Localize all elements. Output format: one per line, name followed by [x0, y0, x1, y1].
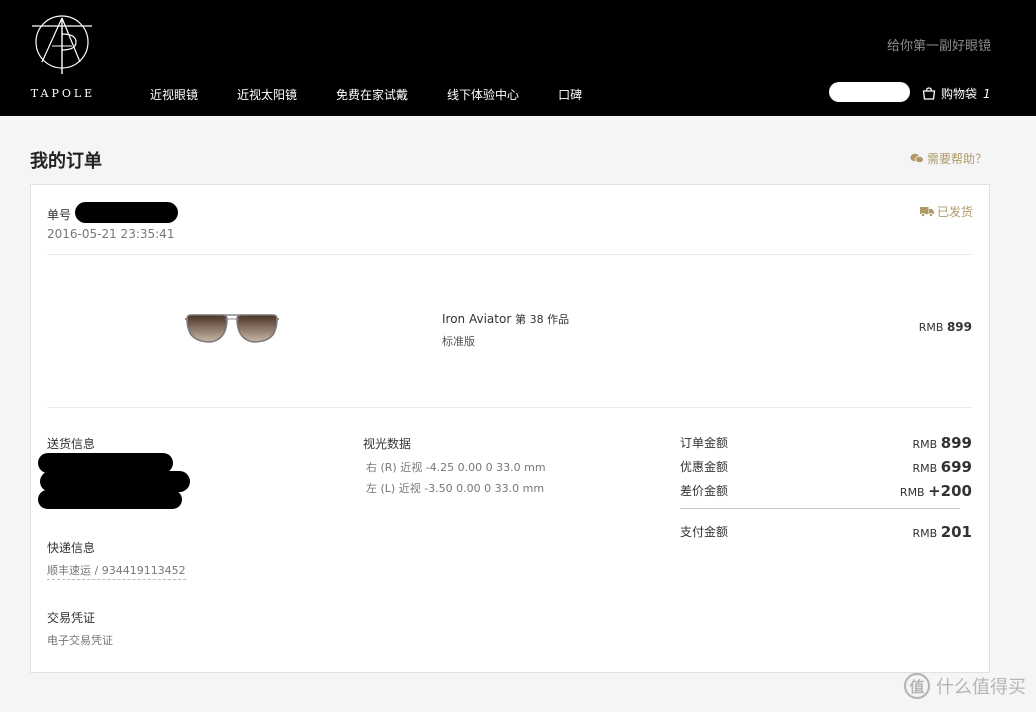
discount-value: 699 — [940, 458, 972, 476]
nav-item-reviews[interactable]: 口碑 — [558, 86, 582, 103]
watermark-text: 什么值得买 — [936, 677, 1026, 698]
delivery-info-label: 送货信息 — [47, 437, 96, 451]
user-account-redacted[interactable] — [829, 82, 910, 102]
divider — [47, 254, 973, 255]
order-card: 单号 2016-05-21 23:35:41 已发货 Iron Aviator … — [30, 184, 990, 673]
order-number-redacted — [75, 202, 178, 223]
currency: RMB — [899, 486, 925, 499]
prescription-left-eye: 左 (L) 近视 -3.50 0.00 0 33.0 mm — [366, 482, 545, 495]
product-name: Iron Aviator — [442, 312, 512, 326]
nav-item-myopia-glasses[interactable]: 近视眼镜 — [150, 86, 198, 103]
cart-count: 1 — [983, 86, 991, 101]
cart-label: 购物袋 — [941, 87, 978, 101]
help-link[interactable]: 需要帮助？ — [910, 150, 987, 167]
order-amount: RMB 899 — [913, 434, 973, 452]
express-info-label: 快递信息 — [47, 541, 96, 555]
price-difference-value: +200 — [928, 482, 972, 500]
slogan: 给你第一副好眼镜 — [886, 39, 991, 54]
product-price-value: 899 — [946, 320, 972, 334]
prescription-label: 视光数据 — [363, 437, 412, 451]
watermark-logo-icon: 值 — [903, 672, 931, 700]
paid-amount: RMB 201 — [913, 523, 973, 541]
paid-amount-label: 支付金额 — [680, 525, 729, 539]
address-redacted-line-2 — [40, 471, 190, 492]
paid-value: 201 — [940, 523, 972, 541]
shopping-bag-icon — [922, 87, 936, 100]
main-nav: 近视眼镜 近视太阳镜 免费在家试戴 线下体验中心 口碑 — [150, 86, 621, 103]
order-amount-label: 订单金额 — [680, 436, 729, 450]
brand-name: TAPOLE — [30, 87, 96, 100]
currency: RMB — [912, 438, 938, 451]
order-amount-value: 899 — [940, 434, 972, 452]
nav-item-myopia-sunglasses[interactable]: 近视太阳镜 — [237, 86, 297, 103]
shipping-status-label: 已发货 — [936, 205, 973, 219]
svg-text:值: 值 — [909, 678, 924, 696]
cart-button[interactable]: 购物袋 1 — [922, 85, 991, 102]
discount-amount: RMB 699 — [913, 458, 973, 476]
page-title: 我的订单 — [30, 151, 102, 172]
product-price-currency: RMB — [918, 321, 944, 334]
order-number-label: 单号 — [47, 208, 72, 222]
product-series: 第 38 作品 — [515, 313, 570, 326]
divider — [47, 407, 973, 408]
receipt-label: 交易凭证 — [47, 611, 96, 625]
tracking-number-link[interactable]: 顺丰速运 / 934419113452 — [47, 562, 186, 580]
product-variant: 标准版 — [442, 335, 475, 348]
truck-icon — [919, 207, 934, 217]
site-watermark: 值 什么值得买 — [902, 672, 1026, 700]
currency: RMB — [912, 527, 938, 540]
shipping-status: 已发货 — [919, 203, 973, 220]
product-name-line[interactable]: Iron Aviator 第 38 作品 — [442, 311, 569, 327]
address-redacted-line-1 — [38, 453, 173, 473]
currency: RMB — [912, 462, 938, 475]
product-image[interactable] — [185, 309, 279, 345]
discount-label: 优惠金额 — [680, 460, 729, 474]
prescription-right-eye: 右 (R) 近视 -4.25 0.00 0 33.0 mm — [366, 461, 546, 474]
price-difference-label: 差价金额 — [680, 484, 729, 498]
site-header: TAPOLE 给你第一副好眼镜 近视眼镜 近视太阳镜 免费在家试戴 线下体验中心… — [0, 0, 1036, 116]
nav-item-home-try-on[interactable]: 免费在家试戴 — [336, 86, 408, 103]
order-datetime: 2016-05-21 23:35:41 — [47, 227, 175, 241]
price-difference-amount: RMB +200 — [900, 482, 972, 500]
nav-item-offline-store[interactable]: 线下体验中心 — [447, 86, 519, 103]
product-price: RMB 899 — [919, 320, 972, 334]
summary-divider — [680, 508, 960, 509]
address-redacted-line-3 — [38, 490, 182, 509]
chat-icon — [910, 153, 924, 164]
receipt-value[interactable]: 电子交易凭证 — [47, 632, 113, 648]
help-label: 需要帮助？ — [926, 152, 987, 166]
